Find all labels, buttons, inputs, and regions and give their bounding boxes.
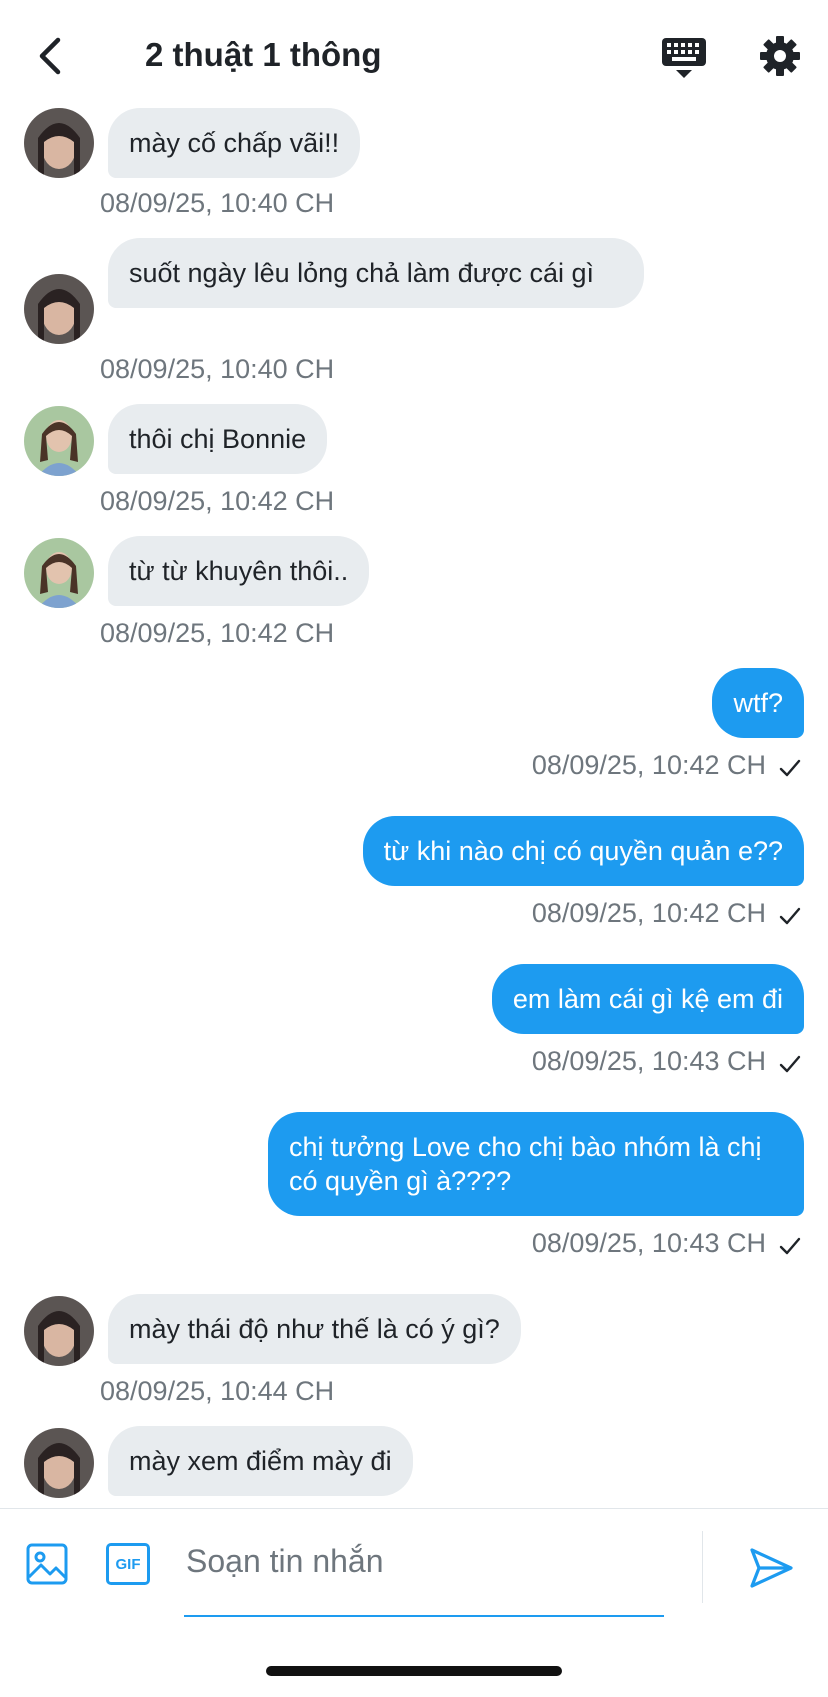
gif-button[interactable]: GIF [106,1543,150,1585]
message-timestamp: 08/09/25, 10:42 CH [531,898,766,928]
message-timestamp: 08/09/25, 10:40 CH [100,354,335,384]
message-timestamp: 08/09/25, 10:43 CH [531,1228,766,1258]
message-bubble[interactable]: mày cố chấp vãi!! [108,108,361,178]
home-indicator [266,1666,562,1676]
message-bubble[interactable]: wtf? [712,668,804,738]
message-timestamp: 08/09/25, 10:44 CH [100,1376,335,1406]
message-timestamp: 08/09/25, 10:42 CH [100,486,335,516]
message-bubble[interactable]: từ khi nào chị có quyền quản e?? [362,816,804,886]
conversation-title: 2 thuật 1 thông [145,36,382,73]
avatar[interactable] [24,1296,94,1366]
input-underline [184,1615,664,1617]
gif-label: GIF [115,1555,141,1573]
message-bubble[interactable]: em làm cái gì kệ em đi [491,964,804,1034]
message-bubble[interactable]: thôi chị Bonnie [108,404,328,474]
message-timestamp: 08/09/25, 10:40 CH [100,188,335,218]
gear-icon[interactable] [756,32,804,80]
keyboard-icon[interactable] [660,34,708,82]
avatar[interactable] [24,1428,94,1498]
avatar[interactable] [24,274,94,344]
sent-check-icon [779,1237,801,1255]
chat-header: 2 thuật 1 thông [0,0,828,110]
message-timestamp: 08/09/25, 10:42 CH [531,750,766,780]
message-bubble[interactable]: mày thái độ như thế là có ý gì? [108,1294,521,1364]
avatar[interactable] [24,108,94,178]
sent-check-icon [779,759,801,777]
send-icon[interactable] [748,1545,794,1591]
message-bubble[interactable]: từ từ khuyên thôi.. [108,536,370,606]
sent-check-icon [779,907,801,925]
back-arrow-icon[interactable] [28,30,80,82]
message-bubble[interactable]: suốt ngày lêu lỏng chả làm được cái gì [108,238,644,308]
message-timestamp: 08/09/25, 10:43 CH [531,1046,766,1076]
composer-divider [702,1531,703,1603]
image-icon[interactable] [26,1543,68,1585]
sent-check-icon [779,1055,801,1073]
message-bubble[interactable]: chị tưởng Love cho chị bào nhóm là chị c… [268,1112,804,1216]
avatar[interactable] [24,538,94,608]
avatar[interactable] [24,406,94,476]
message-input[interactable] [184,1529,666,1593]
message-timestamp: 08/09/25, 10:42 CH [100,618,335,648]
message-bubble[interactable]: mày xem điểm mày đi [108,1426,413,1496]
